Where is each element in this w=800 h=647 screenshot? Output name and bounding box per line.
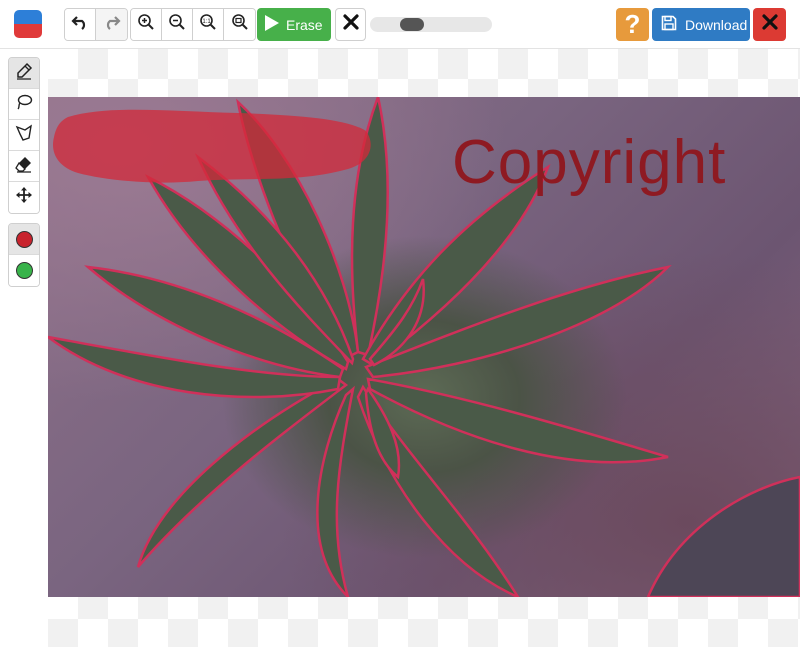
undo-button[interactable] [65,9,96,40]
erase-label: Erase [286,16,323,33]
watermark-text: Copyright [452,128,727,197]
undo-icon [71,14,89,35]
play-icon [264,14,280,35]
erase-button[interactable]: Erase [257,8,331,41]
zoom-fit-icon [231,13,249,36]
close-icon [342,14,359,35]
pencil-icon [15,62,33,85]
inpaint-editor: 1:1 Erase ? Download Copyright [0,0,800,647]
eraser-icon [15,155,33,178]
close-icon [761,14,778,35]
tool-sidebar [8,57,40,287]
polygon-lasso-tool[interactable] [9,120,39,151]
download-button[interactable]: Download [652,8,750,41]
canvas-area[interactable]: Copyright [48,49,800,647]
redo-icon [103,14,121,35]
zoom-out-button[interactable] [162,9,193,40]
zoom-actual-size-button[interactable]: 1:1 [193,9,224,40]
zoom-fit-button[interactable] [224,9,255,40]
green-marker-swatch [15,262,33,279]
app-logo-icon [14,10,42,38]
toolbar: 1:1 Erase ? Download [0,0,800,49]
cancel-selection-button[interactable] [335,8,366,41]
zoom-group: 1:1 [130,8,256,41]
polygon-lasso-icon [15,124,33,147]
lasso-tool[interactable] [9,89,39,120]
red-marker-swatch [15,230,33,248]
svg-text:1:1: 1:1 [202,19,211,25]
marker-colors [8,223,40,287]
zoom-in-icon [137,13,155,36]
selection-tools [8,57,40,214]
brush-size-slider[interactable] [370,17,492,32]
move-icon [15,186,33,209]
red-marker-button[interactable] [9,224,39,255]
floppy-disk-icon [661,15,677,34]
move-tool[interactable] [9,182,39,213]
slider-thumb[interactable] [400,18,424,31]
brush-tool[interactable] [9,58,39,89]
history-group [64,8,128,41]
slider-track[interactable] [370,17,492,32]
zoom-out-icon [168,13,186,36]
close-editor-button[interactable] [753,8,786,41]
zoom-in-button[interactable] [131,9,162,40]
redo-button[interactable] [96,9,127,40]
lasso-icon [15,93,33,116]
red-mask-highlight [53,109,371,183]
help-label: ? [624,9,641,39]
plant-photo[interactable]: Copyright [48,97,800,597]
eraser-tool[interactable] [9,151,39,182]
help-button[interactable]: ? [616,8,649,41]
download-label: Download [685,16,748,33]
green-marker-button[interactable] [9,255,39,286]
zoom-actual-size-icon: 1:1 [199,13,217,36]
